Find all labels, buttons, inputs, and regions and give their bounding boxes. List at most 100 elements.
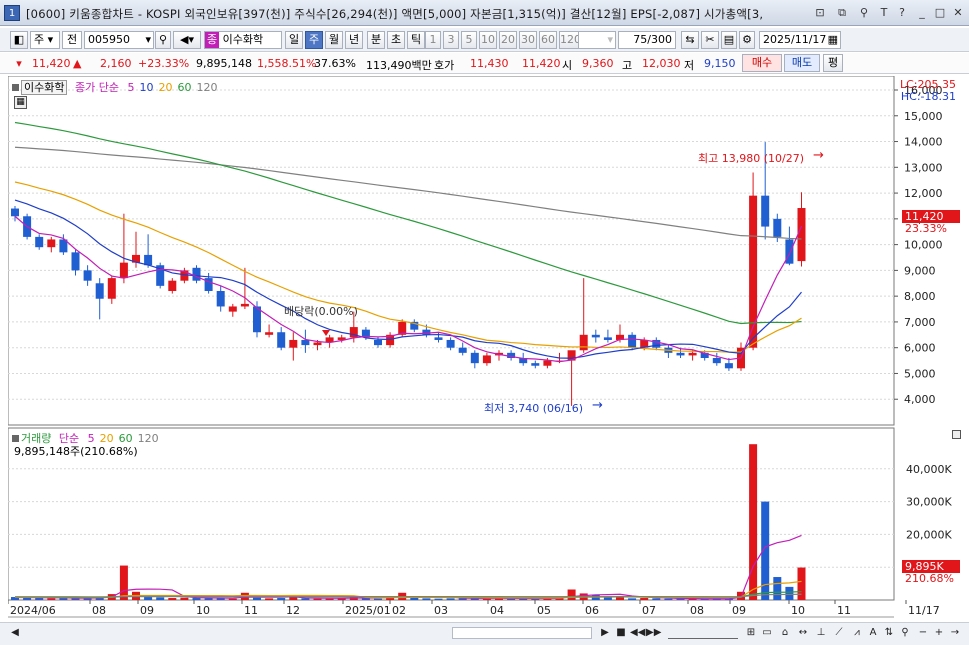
save-icon[interactable]: ▤ bbox=[721, 31, 737, 49]
price-tick-label: 13,000 bbox=[904, 161, 943, 174]
volume-bar-up bbox=[119, 565, 128, 600]
marker-icon[interactable]: ⊥ bbox=[814, 626, 828, 640]
arrow-right-icon[interactable]: → bbox=[948, 626, 962, 640]
interval-button[interactable]: 10 bbox=[479, 31, 497, 49]
candle-body-down bbox=[458, 347, 467, 353]
shape-icon[interactable]: ⊞ bbox=[744, 626, 758, 640]
high-annotation: 최고 13,980 (10/27) bbox=[698, 152, 805, 165]
text-icon[interactable]: T bbox=[876, 5, 892, 21]
candle-body-down bbox=[374, 339, 382, 346]
text-tool-icon[interactable]: A bbox=[866, 626, 880, 640]
price-tick-label: 15,000 bbox=[904, 110, 943, 123]
candle-body-up bbox=[313, 342, 322, 346]
volume-bar-down bbox=[785, 586, 794, 600]
period-button[interactable]: 주 bbox=[305, 31, 323, 49]
zoom-out-icon[interactable]: ⚲ bbox=[898, 626, 912, 640]
interval-button[interactable]: 1 bbox=[425, 31, 441, 49]
eval-button[interactable]: 평 bbox=[823, 54, 843, 72]
low-label: 저 bbox=[684, 59, 695, 72]
arrows-icon[interactable]: ⇅ bbox=[882, 626, 896, 640]
x-tick-label: 08 bbox=[690, 604, 704, 617]
rewind-icon[interactable]: ◀◀ bbox=[630, 626, 645, 640]
scissors-icon[interactable]: ✂ bbox=[701, 31, 719, 49]
tool-icon[interactable]: ⌂ bbox=[778, 626, 792, 640]
current-rate-label: 23.33% bbox=[905, 222, 947, 235]
price-change: 2,160 bbox=[100, 57, 132, 70]
period-button[interactable]: 일 bbox=[285, 31, 303, 49]
stock-name-field[interactable]: 종 이수화학 bbox=[204, 31, 282, 49]
interval-button[interactable]: 3 bbox=[443, 31, 459, 49]
close-button[interactable]: ✕ bbox=[950, 5, 966, 21]
ruler-icon[interactable]: ⩘ bbox=[850, 626, 864, 640]
candle-body-down bbox=[446, 339, 455, 348]
minus-icon[interactable]: − bbox=[916, 626, 930, 640]
app-icon[interactable]: 1 bbox=[4, 5, 20, 21]
zoom-slider[interactable] bbox=[668, 627, 738, 639]
candle-body-down bbox=[301, 339, 310, 346]
low-annotation: 최저 3,740 (06/16) bbox=[484, 402, 584, 415]
current-price: 11,420 bbox=[32, 57, 71, 70]
minimize-button[interactable]: _ bbox=[914, 5, 930, 21]
search-icon[interactable]: ⚲ bbox=[155, 31, 171, 49]
sell-button[interactable]: 매도 bbox=[784, 54, 820, 72]
ma-period-label[interactable]: 120 bbox=[196, 81, 217, 94]
period-button[interactable]: 분 bbox=[367, 31, 385, 49]
volume-bar-up bbox=[567, 589, 576, 600]
volume-bar-up bbox=[797, 567, 806, 600]
stop-icon[interactable]: ■ bbox=[614, 626, 628, 640]
maximize-button[interactable]: □ bbox=[932, 5, 948, 21]
link-icon[interactable]: ⧉ bbox=[834, 5, 850, 21]
volume-bar-up bbox=[640, 598, 649, 600]
stock-code-input[interactable]: 005950 ▾ bbox=[84, 31, 154, 49]
volume-bar-down bbox=[773, 577, 782, 600]
candle-body-up bbox=[228, 306, 237, 312]
period-button[interactable]: 틱 bbox=[407, 31, 425, 49]
count-display[interactable]: 75/300 bbox=[618, 31, 676, 49]
compare-icon[interactable]: ⇆ bbox=[681, 31, 699, 49]
date-input[interactable]: 2025/11/17 ▦ bbox=[759, 31, 841, 49]
forward-icon[interactable]: ▶▶ bbox=[646, 626, 661, 640]
period-button[interactable]: 년 bbox=[345, 31, 363, 49]
panel-close-icon[interactable] bbox=[952, 430, 961, 439]
interval-button[interactable]: 60 bbox=[539, 31, 557, 49]
horizontal-scrollbar[interactable] bbox=[452, 627, 592, 639]
ma-period-label[interactable]: 10 bbox=[139, 81, 153, 94]
screen-icon[interactable]: ⊡ bbox=[812, 5, 828, 21]
help-icon[interactable]: ? bbox=[894, 5, 910, 21]
toggle-panel-button[interactable]: ◧ bbox=[10, 31, 28, 49]
interval-button[interactable]: 5 bbox=[461, 31, 477, 49]
volume-bar-down bbox=[664, 598, 673, 600]
chart-toolbar: ◧ 주 ▾ 전 005950 ▾ ⚲ ◀▾ 종 이수화학 일주월년분초틱 1351… bbox=[0, 28, 969, 52]
speaker-icon[interactable]: ◀▾ bbox=[173, 31, 201, 49]
window-icon[interactable]: ▭ bbox=[760, 626, 774, 640]
arrow-down-icon[interactable]: ▾ bbox=[10, 57, 28, 70]
pin-icon[interactable]: ⚲ bbox=[856, 5, 872, 21]
gear-icon[interactable]: ⚙ bbox=[739, 31, 755, 49]
chart-area[interactable]: 4,0005,0006,0007,0008,0009,00010,00011,0… bbox=[7, 75, 964, 621]
ma-period-label[interactable]: 20 bbox=[158, 81, 172, 94]
extra-select[interactable]: ▾ bbox=[578, 31, 616, 49]
candle-body-up bbox=[107, 278, 116, 299]
ma-period-label[interactable]: 60 bbox=[177, 81, 191, 94]
interval-button[interactable]: 20 bbox=[499, 31, 517, 49]
period-button[interactable]: 초 bbox=[387, 31, 405, 49]
volume-bar-down bbox=[301, 598, 310, 600]
pen-icon[interactable]: ⟋ bbox=[832, 626, 846, 640]
type-select[interactable]: 주 ▾ bbox=[30, 31, 60, 49]
x-tick-label: 04 bbox=[490, 604, 504, 617]
legend-ma-label[interactable]: 종가 단순 bbox=[75, 81, 119, 94]
interval-button[interactable]: 30 bbox=[519, 31, 537, 49]
market-select[interactable]: 전 bbox=[62, 31, 82, 49]
ma-period-label[interactable]: 5 bbox=[127, 81, 134, 94]
volume-ma-period-label[interactable]: 120 bbox=[138, 432, 159, 445]
period-button[interactable]: 월 bbox=[325, 31, 343, 49]
scroll-left-icon[interactable]: ◀ bbox=[8, 626, 22, 640]
legend-stock-label[interactable]: 이수화학 bbox=[21, 80, 68, 95]
buy-button[interactable]: 매수 bbox=[742, 54, 782, 72]
table-icon[interactable]: ▦ bbox=[14, 96, 27, 109]
plus-icon[interactable]: + bbox=[932, 626, 946, 640]
candle-body-down bbox=[591, 334, 600, 338]
pan-icon[interactable]: ↔ bbox=[796, 626, 810, 640]
scroll-right-icon[interactable]: ▶ bbox=[598, 626, 612, 640]
hoga-label: 호가 bbox=[434, 59, 455, 72]
